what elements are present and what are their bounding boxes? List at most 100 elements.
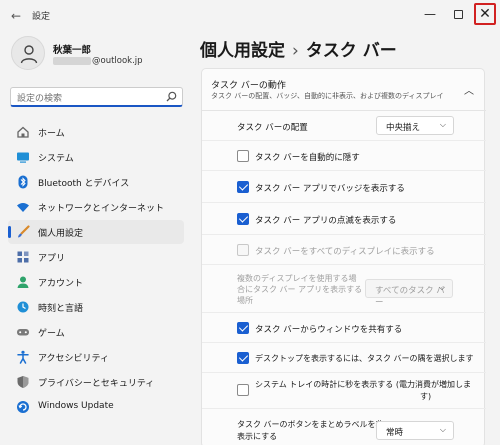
sidebar-item-personalization[interactable]: 個人用設定 [8,220,184,244]
apps-icon [17,251,29,263]
sidebar-item-label: 個人用設定 [38,229,84,239]
flashing-checkbox[interactable] [237,213,249,225]
setting-row-multi-display: 複数のディスプレイを使用する場 合にタスク バー アプリを表示する 場所 すべて… [202,265,486,313]
home-icon [17,126,29,138]
accessibility-icon [17,350,29,364]
profile-name: 秋葉一郎 [53,45,92,56]
breadcrumb-separator: › [292,41,299,61]
alignment-value: 中央揃え [386,123,421,133]
setting-row-seconds-clock: システム トレイの時計に秒を表示する (電力消費が増加しま す) [202,373,486,409]
all-displays-checkbox[interactable] [237,244,249,256]
profile-email: @outlook.jp [53,56,143,66]
account-icon [17,276,29,288]
setting-row-all-displays: タスク バーをすべてのディスプレイに表示する [202,235,486,265]
breadcrumb-parent[interactable]: 個人用設定 [200,41,285,61]
chevron-down-icon: ⌵ [439,120,446,129]
time-language-icon [17,301,29,313]
brush-icon [18,225,30,238]
page-title: タスク バー [305,41,397,61]
bluetooth-icon [18,175,28,189]
sidebar-item-time-language[interactable]: 時刻と言語 [8,295,184,319]
seconds-clock-checkbox[interactable] [237,384,249,396]
setting-row-badges: タスク バー アプリでバッジを表示する [202,171,486,203]
search-placeholder: 設定の検索 [17,94,63,104]
wifi-icon [17,203,29,212]
sidebar-item-home[interactable]: ホーム [8,120,184,144]
sidebar-item-label: アクセシビリティ [38,354,110,364]
combine-buttons-label-line2: 表示にする [237,432,278,441]
all-displays-label: タスク バーをすべてのディスプレイに表示する [255,247,435,257]
share-window-checkbox[interactable] [237,322,249,334]
sidebar-item-label: アカウント [38,279,84,289]
app-title: 設定 [32,12,51,22]
search-icon [166,91,177,102]
show-desktop-checkbox[interactable] [237,352,249,364]
chevron-down-icon: ⌵ [438,283,445,292]
flashing-label: タスク バー アプリの点滅を表示する [255,216,397,226]
sidebar-item-privacy[interactable]: プライバシーとセキュリティ [8,370,184,394]
taskbar-behaviors-header[interactable]: タスク バーの動作 タスク バーの配置、バッジ、自動的に非表示、および複数のディ… [202,69,486,111]
back-arrow-icon[interactable]: ← [8,8,24,24]
show-desktop-label: デスクトップを表示するには、タスク バーの隅を選択します [255,354,474,363]
title-bar: ← 設定 — ✕ [0,0,500,32]
auto-hide-checkbox[interactable] [237,150,249,162]
multi-display-label-line3: 場所 [237,296,253,305]
badges-checkbox[interactable] [237,181,249,193]
person-icon [20,45,38,64]
update-icon [17,401,29,413]
avatar[interactable] [11,36,45,70]
setting-row-share-window: タスク バーからウィンドウを共有する [202,313,486,343]
sidebar-item-gaming[interactable]: ゲーム [8,320,184,344]
maximize-button[interactable] [446,3,470,25]
section-subtitle: タスク バーの配置、バッジ、自動的に非表示、および複数のディスプレイ [211,92,444,100]
minimize-icon: — [424,7,436,21]
combine-buttons-label-line1: タスク バーのボタンをまとめラベルを非 [237,420,384,429]
seconds-clock-label-line2: す) [420,392,432,401]
breadcrumb: 個人用設定 › タスク バー [200,36,397,61]
setting-row-show-desktop: デスクトップを表示するには、タスク バーの隅を選択します [202,343,486,373]
alignment-dropdown[interactable]: 中央揃え ⌵ [376,116,454,135]
share-window-label: タスク バーからウィンドウを共有する [255,325,403,335]
sidebar-item-windows-update[interactable]: Windows Update [8,395,184,419]
maximize-icon [453,10,463,19]
combine-buttons-value: 常時 [386,428,404,438]
sidebar-item-accessibility[interactable]: アクセシビリティ [8,345,184,369]
close-icon: ✕ [479,6,491,22]
setting-row-combine-buttons: タスク バーのボタンをまとめラベルを非 表示にする 常時 ⌵ [202,409,486,445]
close-button[interactable]: ✕ [474,3,496,25]
minimize-button[interactable]: — [418,3,442,25]
auto-hide-label: タスク バーを自動的に隠す [255,153,360,163]
sidebar-item-system[interactable]: システム [8,145,184,169]
setting-row-auto-hide: タスク バーを自動的に隠す [202,141,486,171]
sidebar-item-network[interactable]: ネットワークとインターネット [8,195,184,219]
combine-buttons-dropdown[interactable]: 常時 ⌵ [376,421,454,440]
sidebar-item-label: アプリ [38,254,66,264]
sidebar-item-accounts[interactable]: アカウント [8,270,184,294]
chevron-down-icon: ⌵ [439,425,446,434]
multi-display-label-line1: 複数のディスプレイを使用する場 [237,274,357,283]
section-title: タスク バーの動作 [211,81,286,91]
redacted-email [53,56,91,65]
system-icon [17,152,29,163]
taskbar-behaviors-panel: タスク バーの動作 タスク バーの配置、バッジ、自動的に非表示、および複数のディ… [201,68,486,445]
alignment-label: タスク バーの配置 [237,123,308,133]
multi-display-dropdown[interactable]: すべてのタスク バー ⌵ [365,279,453,308]
multi-display-label-line2: 合にタスク バー アプリを表示する [237,285,363,294]
sidebar-item-label: ゲーム [38,329,65,339]
seconds-clock-label: システム トレイの時計に秒を表示する (電力消費が増加しま [255,380,471,389]
sidebar-item-label: プライバシーとセキュリティ [38,379,155,389]
sidebar-item-apps[interactable]: アプリ [8,245,184,269]
sidebar-item-label: ネットワークとインターネット [38,204,165,214]
badges-label: タスク バー アプリでバッジを表示する [255,184,405,194]
setting-row-flashing: タスク バー アプリの点滅を表示する [202,203,486,235]
setting-row-alignment: タスク バーの配置 中央揃え ⌵ [202,111,486,141]
sidebar-item-label: システム [38,154,74,164]
sidebar-item-label: ホーム [38,129,65,139]
gamepad-icon [17,329,29,336]
sidebar-item-label: 時刻と言語 [38,304,84,314]
search-input[interactable]: 設定の検索 [10,87,183,107]
sidebar-item-bluetooth[interactable]: Bluetooth とデバイス [8,170,184,194]
chevron-up-icon[interactable]: ︿ [464,82,474,97]
shield-icon [17,376,29,388]
sidebar-item-label: Windows Update [38,401,114,411]
